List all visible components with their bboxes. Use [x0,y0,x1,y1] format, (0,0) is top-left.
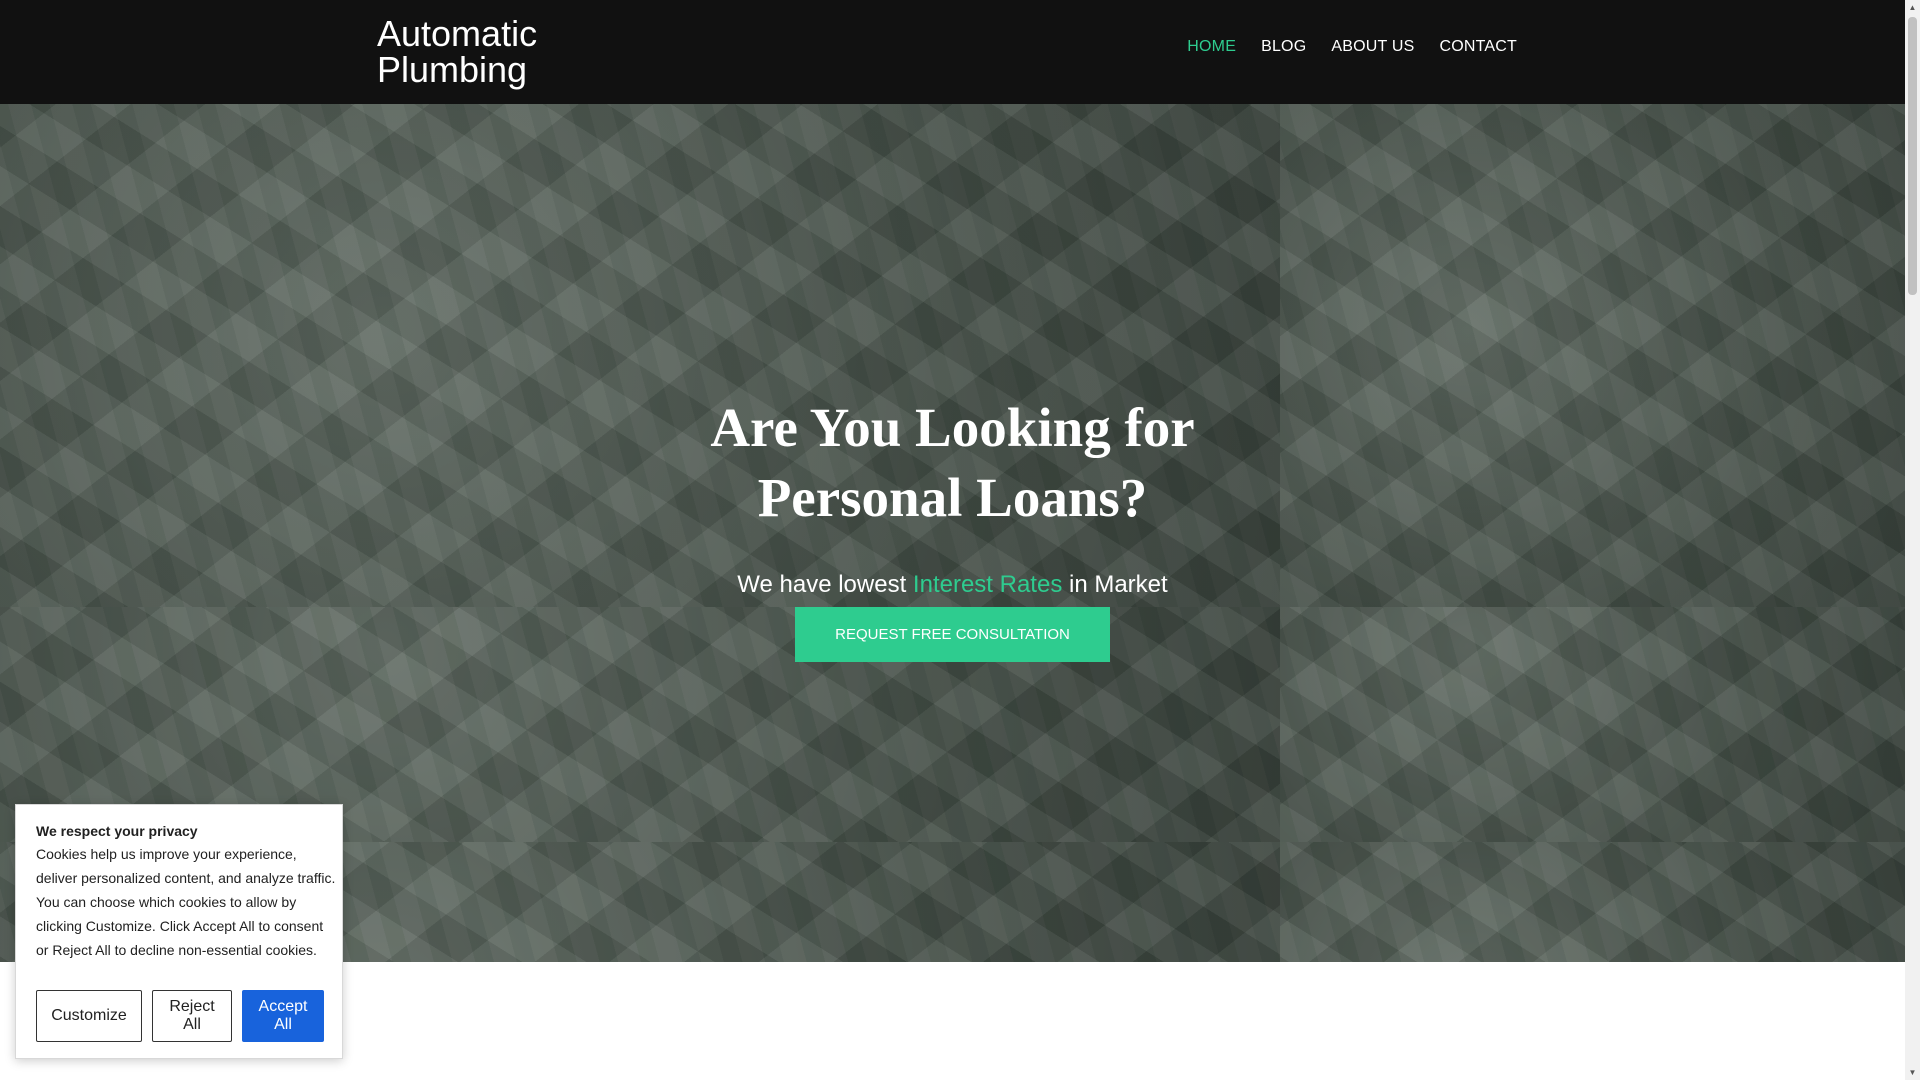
nav-about-us[interactable]: ABOUT US [1331,38,1414,56]
cookie-banner-actions: Customize Reject All Accept All [36,990,324,1042]
reject-all-button[interactable]: Reject All [152,990,232,1042]
page-scrollbar[interactable]: ▲ ▼ [1905,0,1920,1080]
scrollbar-thumb[interactable] [1908,17,1917,295]
hero-subtitle-start: We have lowest [737,571,913,598]
request-consultation-button[interactable]: REQUEST FREE CONSULTATION [795,607,1110,662]
scroll-up-arrow-icon[interactable]: ▲ [1905,0,1920,15]
cookie-banner-title: We respect your privacy [36,823,198,839]
main-nav: HOME BLOG ABOUT US CONTACT [1187,38,1517,56]
scroll-down-arrow-icon[interactable]: ▼ [1905,1065,1920,1080]
nav-contact[interactable]: CONTACT [1439,38,1517,56]
hero-subtitle-end: in Market [1062,571,1168,598]
nav-blog[interactable]: BLOG [1261,38,1306,56]
hero-title: Are You Looking for Personal Loans? [710,397,1195,528]
accept-all-button[interactable]: Accept All [242,990,324,1042]
cookie-consent-banner: We respect your privacy Cookies help us … [15,804,343,1059]
hero-content: Are You Looking for Personal Loans? We h… [0,393,1905,662]
site-logo-link[interactable]: Automatic Plumbing [377,16,577,88]
site-header: Automatic Plumbing HOME BLOG ABOUT US CO… [0,0,1905,104]
hero-subtitle-accent: Interest Rates [912,571,1063,598]
nav-home[interactable]: HOME [1187,38,1236,56]
cookie-banner-text: Cookies help us improve your experience,… [36,846,336,958]
hero-subtitle: We have lowest Interest Rates in Market [0,571,1905,599]
page: Automatic Plumbing HOME BLOG ABOUT US CO… [0,0,1920,1080]
customize-button[interactable]: Customize [36,990,142,1042]
